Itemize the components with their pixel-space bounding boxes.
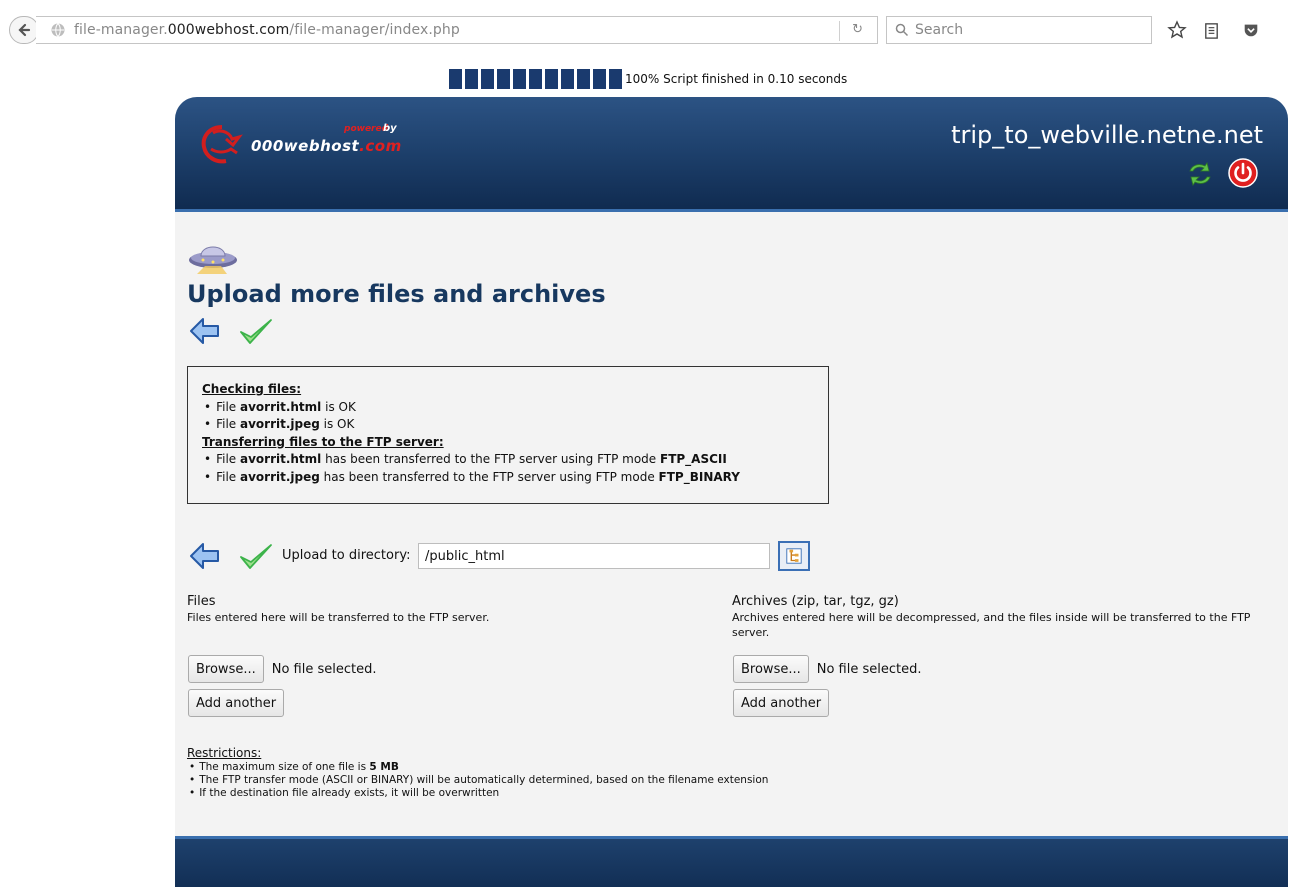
checking-item: File avorrit.html is OK [202,399,814,417]
archives-section: Archives (zip, tar, tgz, gz) Archives en… [732,594,1272,640]
archives-add-another-button[interactable]: Add another [733,689,830,717]
files-browse-button[interactable]: Browse... [188,655,264,683]
files-file-row: Browse... No file selected. [188,655,376,683]
green-check-icon[interactable] [239,543,273,571]
archives-file-row: Browse... No file selected. [733,655,921,683]
progress-bar [449,69,622,89]
directory-tree-icon [786,548,802,564]
restriction-item: The maximum size of one file is 5 MB [187,761,768,774]
blue-back-arrow-icon[interactable] [189,317,221,345]
directory-input[interactable] [418,543,770,569]
checking-header: Checking files: [202,382,302,396]
progress-block [497,69,510,89]
url-separator [839,21,840,41]
restrictions: Restrictions: The maximum size of one fi… [187,747,768,800]
search-input[interactable]: Search [886,16,1152,44]
logo-name: 000webhost.com [251,137,402,155]
progress-block [545,69,558,89]
progress-block [481,69,494,89]
logo[interactable]: powered by 000webhost.com [199,121,439,171]
progress-block [513,69,526,89]
globe-icon [51,23,65,37]
transfer-item: File avorrit.html has been transferred t… [202,451,814,469]
files-add-another-button[interactable]: Add another [188,689,285,717]
archives-browse-button[interactable]: Browse... [733,655,809,683]
header-divider [175,209,1288,212]
header: powered by 000webhost.com trip_to_webvil… [175,97,1288,212]
restrictions-header: Restrictions: [187,746,262,760]
url-text: file-manager.000webhost.com/file-manager… [74,22,460,38]
back-arrow-icon [18,23,31,37]
files-section: Files Files entered here will be transfe… [187,594,707,625]
files-add-row: Add another [188,689,285,717]
progress-block [593,69,606,89]
progress-block [449,69,462,89]
transfer-item: File avorrit.jpeg has been transferred t… [202,469,814,487]
page-title: Upload more files and archives [187,280,606,308]
logo-by-text: by [383,123,397,134]
progress-text: 100% Script finished in 0.10 seconds [625,72,848,86]
browser-toolbar: file-manager.000webhost.com/file-manager… [0,0,1289,58]
logo-powered-text: powered [344,124,389,134]
archives-description: Archives entered here will be decompress… [732,611,1251,639]
green-check-icon[interactable] [239,318,273,346]
progress-block [529,69,542,89]
restriction-item: The FTP transfer mode (ASCII or BINARY) … [187,774,768,787]
progress-block [465,69,478,89]
blue-back-arrow-icon[interactable] [189,542,221,570]
files-description: Files entered here will be transferred t… [187,611,490,624]
files-no-file-text: No file selected. [271,661,377,677]
archives-title: Archives (zip, tar, tgz, gz) [732,594,899,609]
url-bar[interactable]: file-manager.000webhost.com/file-manager… [36,16,878,44]
archives-add-row: Add another [733,689,830,717]
progress-block [561,69,574,89]
file-manager-panel: powered by 000webhost.com trip_to_webvil… [175,97,1288,887]
browser-back-button[interactable] [9,16,39,44]
footer [175,839,1288,887]
transfer-header: Transferring files to the FTP server: [202,434,444,449]
progress-block [609,69,622,89]
script-progress: 100% Script finished in 0.10 seconds [449,68,847,90]
power-icon[interactable] [1227,157,1259,189]
files-title: Files [187,594,216,609]
bookmark-star-icon[interactable] [1166,19,1188,41]
search-icon [895,23,909,37]
pocket-icon[interactable] [1240,19,1262,41]
directory-tree-button[interactable] [778,541,810,571]
ufo-icon [189,246,237,274]
site-name: trip_to_webville.netne.net [951,121,1263,149]
archives-no-file-text: No file selected. [816,661,922,677]
progress-block [577,69,590,89]
reload-icon[interactable]: ↻ [852,22,863,37]
upload-directory-label: Upload to directory: [282,548,411,563]
checking-item: File avorrit.jpeg is OK [202,416,814,434]
status-log: Checking files: File avorrit.html is OK … [187,366,829,504]
logo-icon [201,125,243,164]
reading-list-icon[interactable] [1200,19,1222,41]
refresh-icon[interactable] [1185,159,1215,189]
restriction-item: If the destination file already exists, … [187,787,768,800]
